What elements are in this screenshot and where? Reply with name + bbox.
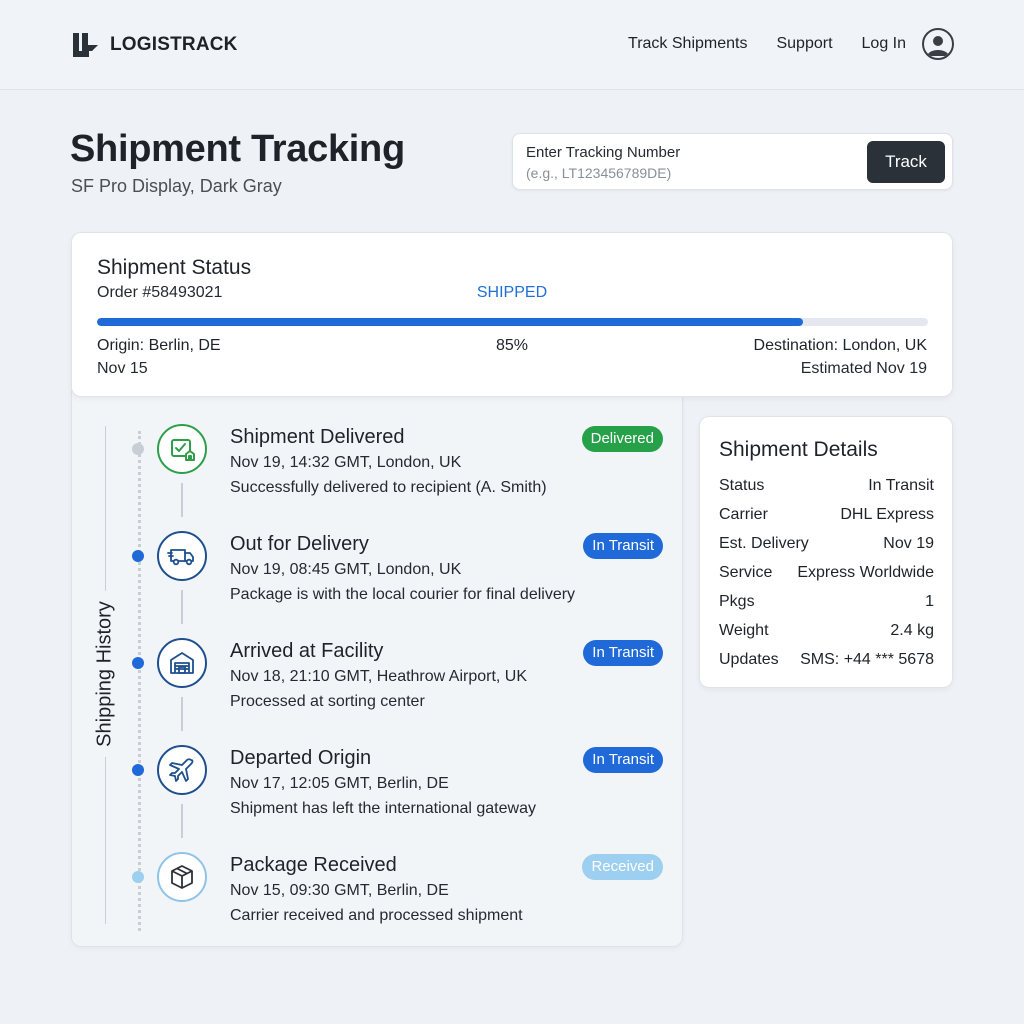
details-card-title: Shipment Details [719, 438, 878, 461]
detail-key: Carrier [719, 506, 768, 523]
timeline-node [132, 443, 144, 455]
detail-value: 2.4 kg [890, 622, 934, 639]
status-badge: In Transit [583, 533, 663, 559]
timeline-stem [181, 697, 183, 731]
delivered-box-check-icon [157, 424, 207, 474]
detail-key: Status [719, 477, 765, 494]
shipment-details-card: Shipment Details Status In Transit Carri… [699, 416, 953, 688]
progress-bar-fill [97, 318, 804, 326]
status-badge: In Transit [583, 747, 663, 773]
timeline-stem [181, 804, 183, 838]
detail-row-est-delivery: Est. Delivery Nov 19 [719, 535, 934, 557]
brand-name: LOGISTRACK [110, 34, 238, 55]
detail-row-updates: Updates SMS: +44 *** 5678 [719, 651, 934, 673]
detail-value: Nov 19 [883, 535, 934, 552]
detail-row-pkgs: Pkgs 1 [719, 593, 934, 615]
track-button[interactable]: Track [867, 141, 945, 183]
detail-value: 1 [925, 593, 934, 610]
warehouse-icon [157, 638, 207, 688]
airplane-icon [157, 745, 207, 795]
nav-track-shipments-link[interactable]: Track Shipments [628, 35, 747, 53]
estimated-arrival: Estimated Nov 19 [800, 360, 927, 377]
nav-support-link[interactable]: Support [776, 35, 832, 53]
detail-value: DHL Express [840, 506, 934, 523]
event-description: Processed at sorting center [230, 693, 425, 710]
history-event[interactable]: Arrived at Facility Nov 18, 21:10 GMT, H… [72, 635, 684, 742]
event-meta: Nov 19, 14:32 GMT, London, UK [230, 454, 462, 471]
event-meta: Nov 19, 08:45 GMT, London, UK [230, 561, 462, 578]
main-nav: Track Shipments Support Log In [599, 28, 954, 60]
detail-row-weight: Weight 2.4 kg [719, 622, 934, 644]
event-title: Arrived at Facility [230, 640, 384, 662]
detail-key: Updates [719, 651, 779, 668]
history-event[interactable]: Departed Origin Nov 17, 12:05 GMT, Berli… [72, 742, 684, 849]
event-description: Shipment has left the international gate… [230, 800, 536, 817]
detail-value: SMS: +44 *** 5678 [800, 651, 934, 668]
status-badge: Delivered [581, 426, 663, 452]
timeline-node [132, 550, 144, 562]
page-title: Shipment Tracking [70, 128, 405, 170]
shipment-status-card: Shipment Status Order #58493021 SHIPPED … [71, 232, 953, 397]
history-event[interactable]: Out for Delivery Nov 19, 08:45 GMT, Lond… [72, 528, 684, 635]
user-avatar-icon[interactable] [922, 28, 954, 60]
detail-value: Express Worldwide [797, 564, 934, 581]
tracking-search-box: Enter Tracking Number Track [512, 133, 953, 190]
event-title: Shipment Delivered [230, 426, 405, 448]
detail-row-carrier: Carrier DHL Express [719, 506, 934, 528]
shipment-progress-bar [97, 318, 928, 326]
top-navigation-bar: LOGISTRACK Track Shipments Support Log I… [0, 0, 1024, 90]
event-title: Departed Origin [230, 747, 372, 769]
tracking-number-input[interactable] [526, 165, 856, 181]
destination-location: Destination: London, UK [753, 337, 927, 354]
detail-key: Pkgs [719, 593, 755, 610]
timeline-node [132, 764, 144, 776]
page-subtitle: SF Pro Display, Dark Gray [71, 176, 282, 196]
nav-login-link[interactable]: Log In [862, 35, 906, 53]
event-meta: Nov 17, 12:05 GMT, Berlin, DE [230, 775, 449, 792]
delivery-truck-icon [157, 531, 207, 581]
tracking-number-label: Enter Tracking Number [526, 144, 681, 161]
detail-key: Weight [719, 622, 769, 639]
detail-key: Est. Delivery [719, 535, 809, 552]
event-title: Out for Delivery [230, 533, 369, 555]
status-badge: Received [582, 854, 663, 880]
event-description: Successfully delivered to recipient (A. … [230, 479, 547, 496]
event-meta: Nov 18, 21:10 GMT, Heathrow Airport, UK [230, 668, 528, 685]
brand-logo[interactable]: LOGISTRACK [70, 30, 238, 60]
timeline-node [132, 871, 144, 883]
event-title: Package Received [230, 854, 397, 876]
status-card-title: Shipment Status [97, 256, 252, 279]
history-event[interactable]: Shipment Delivered Nov 19, 14:32 GMT, Lo… [72, 421, 684, 528]
shipment-state: SHIPPED [476, 284, 548, 301]
detail-row-status: Status In Transit [719, 477, 934, 499]
timeline-stem [181, 483, 183, 517]
detail-value: In Transit [868, 477, 934, 494]
status-badge: In Transit [583, 640, 663, 666]
logo-icon [73, 33, 98, 57]
shipping-history-panel: Shipping History Shipment Delivered Nov … [71, 390, 683, 947]
event-description: Package is with the local courier for fi… [230, 586, 576, 603]
detail-key: Service [719, 564, 773, 581]
origin-date: Nov 15 [97, 360, 148, 377]
history-event[interactable]: Package Received Nov 15, 09:30 GMT, Berl… [72, 849, 684, 956]
detail-row-service: Service Express Worldwide [719, 564, 934, 586]
package-box-icon [157, 852, 207, 902]
event-description: Carrier received and processed shipment [230, 907, 523, 924]
timeline-node [132, 657, 144, 669]
timeline-stem [181, 590, 183, 624]
event-meta: Nov 15, 09:30 GMT, Berlin, DE [230, 882, 449, 899]
